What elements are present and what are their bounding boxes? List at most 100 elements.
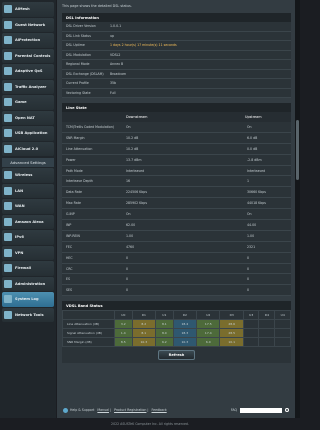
upstream-value: Interleaved bbox=[247, 168, 266, 173]
dsl-information-title: DSL Information bbox=[62, 13, 291, 22]
band-row-label: Signal Attenuation (dB) bbox=[62, 328, 115, 339]
line-state-key: ES bbox=[66, 277, 71, 282]
sidebar-item-lan[interactable]: LAN bbox=[2, 183, 54, 198]
dsl-info-row: DSL Uptime 1 days 2 hour(s) 17 minute(s) … bbox=[62, 41, 291, 51]
band-column-header: D3 bbox=[219, 310, 244, 321]
sidebar-item-guest-network[interactable]: Guest Network bbox=[2, 17, 54, 32]
band-value-cell bbox=[242, 319, 260, 330]
line-state-row: CRC 0 0 bbox=[62, 264, 291, 275]
sidebar-item-network-tools[interactable]: Network Tools bbox=[2, 307, 54, 322]
line-state-key: Power bbox=[66, 157, 76, 162]
sidebar: AiMesh Guest Network AiProtection Parental … bbox=[0, 0, 56, 418]
dsl-info-value: Broadcom bbox=[110, 71, 127, 76]
downstream-header: Downstream bbox=[126, 115, 148, 119]
mesh-icon bbox=[4, 5, 12, 14]
sidebar-item-aicloud-2-0[interactable]: AiCloud 2.0 bbox=[2, 141, 54, 156]
sidebar-item-adaptive-qos[interactable]: Adaptive QoS bbox=[2, 64, 54, 79]
manual-link[interactable]: Manual bbox=[97, 408, 109, 412]
refresh-button[interactable]: Refresh bbox=[157, 350, 196, 361]
sidebar-item-label: LAN bbox=[15, 188, 24, 193]
traffic-icon bbox=[4, 82, 12, 91]
faq-search-input[interactable] bbox=[240, 407, 282, 413]
downstream-value: 10.2 dB bbox=[126, 135, 139, 140]
line-state-row: SNR Margin 10.2 dB 6.0 dB bbox=[62, 133, 291, 144]
line-state-row: Path Mode Interleaved Interleaved bbox=[62, 166, 291, 177]
scrollbar-track[interactable] bbox=[295, 0, 300, 418]
band-value-cell: 6.0 bbox=[196, 337, 221, 348]
upstream-value: -2.8 dBm bbox=[247, 157, 262, 162]
line-state-row: Line Attenuation 10.2 dB 0.0 dB bbox=[62, 144, 291, 155]
downstream-value: Interleaved bbox=[126, 168, 145, 173]
line-state-key: INP-REIN bbox=[66, 233, 80, 238]
tools-icon bbox=[4, 310, 12, 319]
sidebar-item-traffic-analyzer[interactable]: Traffic Analyzer bbox=[2, 79, 54, 94]
band-value-cell bbox=[258, 319, 276, 330]
sidebar-item-label: Wireless bbox=[15, 173, 33, 178]
page-description: This page shows the detailed DSL status. bbox=[62, 4, 132, 8]
log-icon bbox=[4, 295, 12, 304]
line-state-row: Max Rate 285902 Kbps 44018 Kbps bbox=[62, 198, 291, 210]
line-state-key: Path Mode bbox=[66, 168, 83, 173]
sidebar-item-usb-application[interactable]: USB Application bbox=[2, 126, 54, 141]
feedback-link[interactable]: Feedback bbox=[151, 408, 166, 412]
band-column-header: U2 bbox=[196, 310, 221, 321]
band-value-cell: 10.3 bbox=[131, 337, 157, 348]
sidebar-item-aiprotection[interactable]: AiProtection bbox=[2, 33, 54, 48]
game-icon bbox=[4, 98, 12, 107]
scrollbar-thumb[interactable] bbox=[296, 120, 299, 180]
vdsl-band-row: Signal Attenuation (dB) 1.4 8.1 8.0 18.3 17.4… bbox=[62, 328, 291, 339]
sidebar-item-open-nat[interactable]: Open NAT bbox=[2, 110, 54, 125]
upstream-value: 44.00 bbox=[247, 222, 257, 227]
downstream-value: On bbox=[126, 124, 131, 129]
vdsl-band-header-row: U0 D1 U1 D2 U2 D3 U3 D4 U4 bbox=[62, 310, 291, 321]
band-value-cell bbox=[242, 328, 260, 339]
sidebar-item-firewall[interactable]: Firewall bbox=[2, 261, 54, 276]
band-value-cell: 28.5 bbox=[219, 328, 244, 339]
sidebar-item-vpn[interactable]: VPN bbox=[2, 245, 54, 260]
footer-separator: | bbox=[109, 408, 112, 412]
sidebar-item-wan[interactable]: WAN bbox=[2, 199, 54, 214]
line-state-key: Line Attenuation bbox=[66, 146, 93, 151]
sidebar-item-aimesh[interactable]: AiMesh bbox=[2, 2, 54, 17]
line-state-row: Interleave Depth 16 1 bbox=[62, 176, 291, 188]
downstream-value: 0 bbox=[126, 288, 129, 293]
copyright: 2022 ASUSTeK Computer Inc. All rights re… bbox=[111, 422, 189, 426]
sidebar-item-label: Network Tools bbox=[15, 312, 44, 317]
vdsl-band-row: SNR Margin (dB) 8.5 10.3 6.2 10.3 6.0 10.1 bbox=[62, 337, 291, 348]
upstream-value: 0 bbox=[247, 288, 250, 293]
wifi-icon bbox=[4, 171, 12, 180]
band-value-cell: 17.5 bbox=[196, 319, 221, 330]
search-icon[interactable] bbox=[285, 408, 289, 412]
sidebar-item-administration[interactable]: Administration bbox=[2, 276, 54, 291]
dsl-info-row: DSL Exchange (DSLAM) Broadcom bbox=[62, 70, 291, 79]
wan-icon bbox=[4, 202, 12, 211]
line-state-row: Power 13.7 dBm -2.8 dBm bbox=[62, 155, 291, 166]
sidebar-item-system-log[interactable]: System Log bbox=[2, 292, 54, 307]
dsl-info-value: 1 days 2 hour(s) 17 minute(s) 11 seconds bbox=[110, 43, 177, 48]
line-state-key: CRC bbox=[66, 266, 73, 271]
line-state-key: SES bbox=[66, 288, 73, 293]
product-registration-link[interactable]: Product Registration bbox=[114, 408, 146, 412]
sidebar-item-label: IPv6 bbox=[15, 235, 24, 240]
sidebar-item-label: Adaptive QoS bbox=[15, 69, 43, 74]
upstream-value: 1.00 bbox=[247, 233, 255, 238]
upstream-value: 44018 Kbps bbox=[247, 201, 266, 206]
sidebar-item-label: Amazon Alexa bbox=[15, 219, 44, 224]
sidebar-item-ipv6[interactable]: IPv6 bbox=[2, 230, 54, 245]
qos-icon bbox=[4, 67, 12, 76]
sidebar-item-parental-controls[interactable]: Parental Controls bbox=[2, 48, 54, 63]
line-state-row: FEC 4760 2321 bbox=[62, 242, 291, 253]
sidebar-item-amazon-alexa[interactable]: Amazon Alexa bbox=[2, 214, 54, 229]
vdsl-band-status-title: VDSL Band Status bbox=[62, 301, 291, 311]
lan-icon bbox=[4, 186, 12, 195]
line-state-row: INP 62.00 44.00 bbox=[62, 220, 291, 231]
sidebar-item-wireless[interactable]: Wireless bbox=[2, 168, 54, 183]
sidebar-item-label: Administration bbox=[15, 281, 46, 286]
band-row-label: SNR Margin (dB) bbox=[62, 337, 115, 348]
line-state-row: HEC 0 0 bbox=[62, 253, 291, 264]
downstream-value: 62.00 bbox=[126, 222, 136, 227]
footer: Help & Support Manual | Product Registra… bbox=[57, 405, 295, 415]
band-value-cell bbox=[274, 328, 291, 339]
cloud-icon bbox=[4, 144, 12, 153]
sidebar-item-game[interactable]: Game bbox=[2, 95, 54, 110]
